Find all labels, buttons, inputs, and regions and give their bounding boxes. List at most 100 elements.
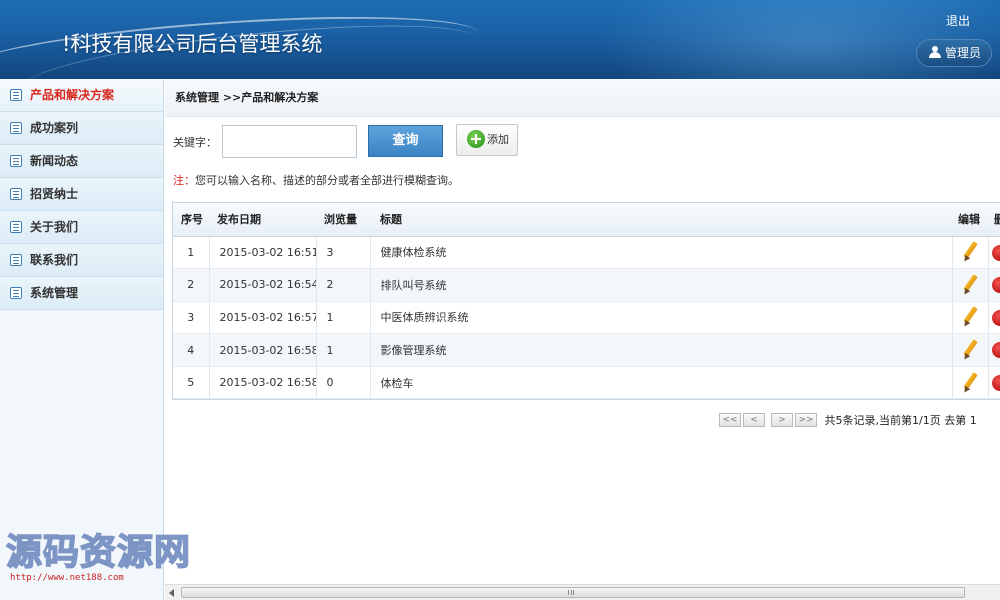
sidebar-item-label: 关于我们 (30, 220, 79, 234)
grip-icon (568, 590, 574, 595)
list-icon (10, 155, 22, 167)
cell-delete (988, 301, 1000, 335)
prev-page-icon: < (750, 415, 758, 425)
sidebar: 产品和解决方案 成功案列 新闻动态 招贤纳士 关于我们 联系我们 系统管理 (0, 79, 164, 600)
note-text: 您可以输入名称、描述的部分或者全部进行模糊查询。 (195, 174, 459, 187)
list-icon (10, 254, 22, 266)
cell-delete (988, 268, 1000, 302)
user-badge[interactable]: 管理员 (916, 39, 992, 67)
cell-edit (952, 333, 989, 367)
list-icon (10, 221, 22, 233)
pencil-icon[interactable] (961, 339, 979, 361)
cell-no: 2 (173, 268, 210, 302)
app-title: !科技有限公司后台管理系统 (62, 32, 323, 56)
cell-title: 健康体检系统 (370, 236, 953, 270)
cell-delete (988, 236, 1000, 270)
list-icon (10, 89, 22, 101)
logout-link[interactable]: 退出 (946, 12, 970, 29)
sidebar-item-label: 产品和解决方案 (30, 88, 115, 102)
pencil-icon[interactable] (961, 241, 979, 263)
table-header-row: 序号 发布日期 浏览量 标题 编辑 删 (173, 203, 1000, 237)
header-edit: 编辑 (952, 203, 988, 237)
cell-title: 排队叫号系统 (370, 268, 953, 302)
next-page-icon: > (778, 415, 786, 425)
sidebar-item-label: 联系我们 (30, 253, 79, 267)
next-page-button[interactable]: > (771, 413, 793, 427)
watermark-logo: 源码资源网 (5, 531, 192, 573)
data-table: 序号 发布日期 浏览量 标题 编辑 删 1 2015-03-02 16:51 3… (172, 202, 1000, 400)
sidebar-item-recruitment[interactable]: 招贤纳士 (0, 178, 163, 211)
cell-delete (988, 366, 1000, 399)
header-views: 浏览量 (316, 203, 370, 237)
horizontal-scrollbar[interactable] (165, 584, 1000, 600)
list-icon (10, 188, 22, 200)
watermark: 源码资源网 http://www.net188.com (5, 531, 206, 592)
list-icon (10, 122, 22, 134)
cell-no: 4 (173, 333, 210, 367)
pagination-summary: 共5条记录,当前第1/1页 去第 1 (824, 414, 977, 427)
cell-views: 3 (316, 236, 371, 270)
delete-icon[interactable] (991, 342, 1000, 359)
user-icon (929, 46, 941, 58)
breadcrumb: 系统管理 >>产品和解决方案 (165, 79, 1000, 117)
sidebar-item-about[interactable]: 关于我们 (0, 211, 163, 244)
cell-edit (952, 366, 989, 399)
watermark-url: http://www.net188.com (10, 573, 124, 583)
pencil-icon[interactable] (961, 372, 979, 394)
cell-views: 2 (316, 268, 371, 302)
sidebar-item-products[interactable]: 产品和解决方案 (0, 79, 163, 112)
delete-icon[interactable] (991, 309, 1000, 326)
cell-date: 2015-03-02 16:58 (209, 366, 317, 399)
scrollbar-thumb[interactable] (181, 587, 965, 598)
cell-title: 体检车 (370, 366, 953, 399)
cell-delete (988, 333, 1000, 367)
cell-edit (952, 236, 989, 270)
sidebar-item-contact[interactable]: 联系我们 (0, 244, 163, 277)
list-icon (10, 287, 22, 299)
delete-icon[interactable] (991, 244, 1000, 261)
query-button[interactable]: 查询 (368, 125, 443, 157)
cell-date: 2015-03-02 16:51 (209, 236, 317, 270)
table-row: 1 2015-03-02 16:51 3 健康体检系统 (173, 236, 1000, 270)
sidebar-item-news[interactable]: 新闻动态 (0, 145, 163, 178)
cell-title: 影像管理系统 (370, 333, 953, 367)
cell-date: 2015-03-02 16:58 (209, 333, 317, 367)
sidebar-item-label: 成功案列 (30, 121, 79, 135)
header-title: 标题 (370, 203, 952, 237)
pagination: << < > >> 共5条记录,当前第1/1页 去第 1 (719, 412, 977, 430)
header-delete: 删 (988, 203, 1000, 237)
cell-no: 5 (173, 366, 210, 399)
keyword-label: 关键字： (173, 136, 217, 149)
user-label: 管理员 (945, 46, 982, 60)
cell-date: 2015-03-02 16:54 (209, 268, 317, 302)
prev-page-button[interactable]: < (743, 413, 765, 427)
sidebar-item-label: 新闻动态 (30, 154, 79, 168)
sidebar-item-label: 系统管理 (30, 286, 79, 300)
first-page-icon: << (722, 415, 738, 425)
last-page-button[interactable]: >> (795, 413, 817, 427)
cell-edit (952, 301, 989, 335)
first-page-button[interactable]: << (719, 413, 741, 427)
cell-edit (952, 268, 989, 302)
header-date: 发布日期 (209, 203, 316, 237)
cell-date: 2015-03-02 16:57 (209, 301, 317, 335)
sidebar-item-label: 招贤纳士 (30, 187, 79, 201)
sidebar-item-system[interactable]: 系统管理 (0, 277, 163, 310)
app-header: !科技有限公司后台管理系统 退出 管理员 (0, 0, 1000, 79)
pencil-icon[interactable] (961, 274, 979, 296)
delete-icon[interactable] (991, 374, 1000, 391)
keyword-input[interactable] (222, 125, 357, 158)
cell-no: 1 (173, 236, 210, 270)
search-hint: 注：您可以输入名称、描述的部分或者全部进行模糊查询。 (173, 172, 459, 188)
sidebar-item-cases[interactable]: 成功案列 (0, 112, 163, 145)
main-content: 系统管理 >>产品和解决方案 关键字： 查询 添加 注：您可以输入名称、描述的部… (165, 79, 1000, 584)
add-button-label: 添加 (487, 133, 509, 146)
table-row: 4 2015-03-02 16:58 1 影像管理系统 (173, 333, 1000, 367)
pencil-icon[interactable] (961, 306, 979, 328)
cell-title: 中医体质辨识系统 (370, 301, 953, 335)
table-row: 3 2015-03-02 16:57 1 中医体质辨识系统 (173, 301, 1000, 335)
note-mark: 注： (173, 174, 195, 187)
cell-views: 1 (316, 333, 371, 367)
add-button[interactable]: 添加 (456, 124, 518, 156)
delete-icon[interactable] (991, 277, 1000, 294)
